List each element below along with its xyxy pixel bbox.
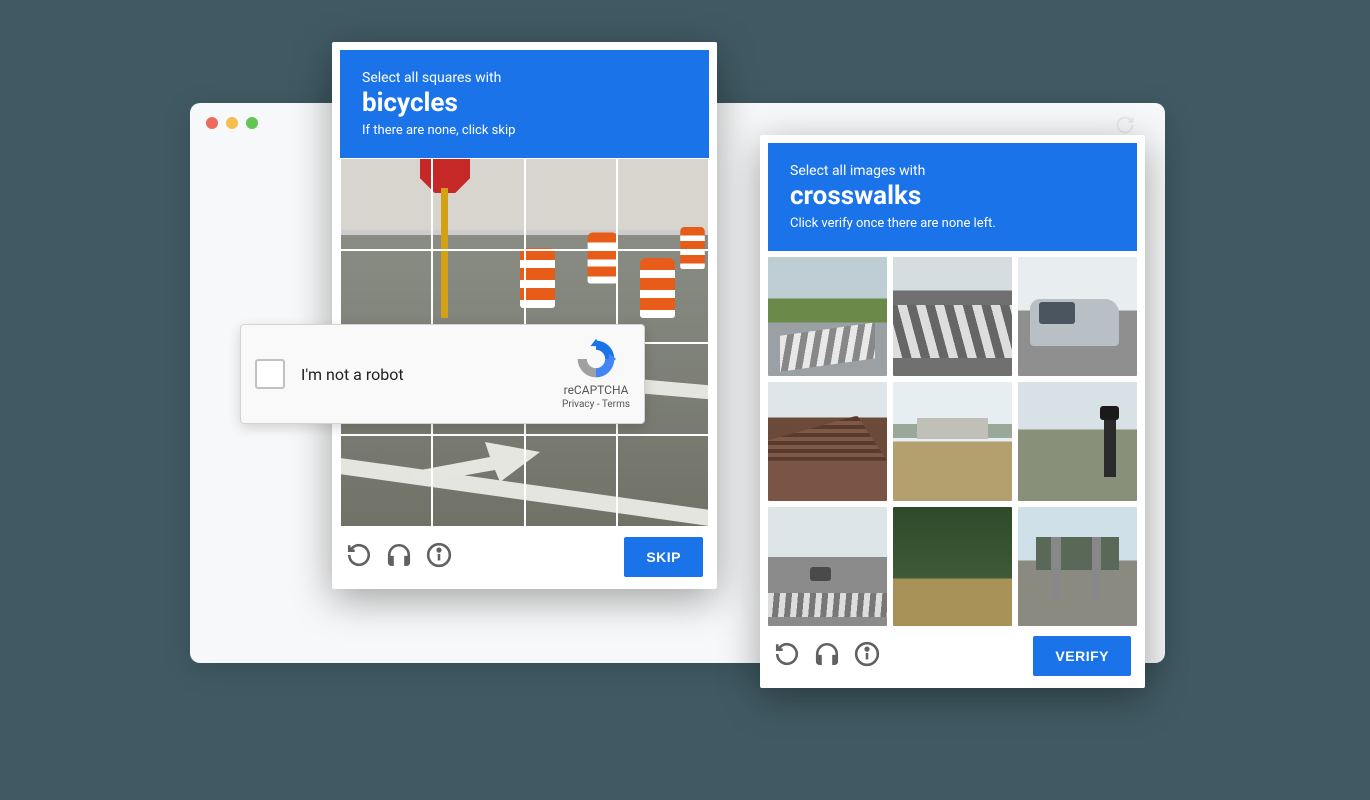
- window-close-icon[interactable]: [206, 117, 218, 129]
- captcha-tile[interactable]: [768, 382, 887, 501]
- captcha-tile[interactable]: [893, 257, 1012, 376]
- reload-icon[interactable]: [346, 542, 372, 572]
- captcha-tile[interactable]: [1018, 257, 1137, 376]
- captcha-tile[interactable]: [432, 158, 524, 250]
- window-minimize-icon[interactable]: [226, 117, 238, 129]
- captcha-prompt-line3: Click verify once there are none left.: [790, 216, 1115, 231]
- headphones-icon[interactable]: [386, 542, 412, 572]
- skip-button[interactable]: SKIP: [624, 537, 703, 577]
- recaptcha-legal: Privacy - Terms: [562, 398, 630, 411]
- captcha-header: Select all squares with bicycles If ther…: [340, 50, 709, 158]
- captcha-prompt-line1: Select all squares with: [362, 70, 687, 86]
- captcha-tile[interactable]: [893, 507, 1012, 626]
- captcha-challenge-bicycles: Select all squares with bicycles If ther…: [332, 42, 717, 589]
- captcha-grid: [768, 251, 1137, 626]
- headphones-icon[interactable]: [814, 641, 840, 671]
- captcha-tile[interactable]: [768, 507, 887, 626]
- recaptcha-terms-link[interactable]: Terms: [602, 399, 630, 410]
- captcha-tile[interactable]: [525, 435, 617, 527]
- recaptcha-privacy-link[interactable]: Privacy: [562, 399, 594, 410]
- captcha-subject: crosswalks: [790, 181, 1115, 212]
- captcha-prompt-line1: Select all images with: [790, 163, 1115, 179]
- recaptcha-label: I'm not a robot: [301, 365, 562, 384]
- separator: -: [594, 399, 602, 410]
- captcha-subject: bicycles: [362, 88, 687, 119]
- recaptcha-brand: reCAPTCHA: [562, 383, 630, 399]
- captcha-tile[interactable]: [893, 382, 1012, 501]
- recaptcha-badge: reCAPTCHA Privacy - Terms: [562, 337, 630, 412]
- captcha-tile[interactable]: [340, 158, 432, 250]
- window-maximize-icon[interactable]: [246, 117, 258, 129]
- captcha-tile[interactable]: [617, 435, 709, 527]
- captcha-tile[interactable]: [1018, 382, 1137, 501]
- info-icon[interactable]: [426, 542, 452, 572]
- captcha-tile[interactable]: [617, 158, 709, 250]
- captcha-challenge-crosswalks: Select all images with crosswalks Click …: [760, 135, 1145, 688]
- captcha-tile[interactable]: [432, 435, 524, 527]
- captcha-tile[interactable]: [1018, 507, 1137, 626]
- recaptcha-checkbox[interactable]: [255, 359, 285, 389]
- captcha-tile[interactable]: [525, 158, 617, 250]
- captcha-prompt-line3: If there are none, click skip: [362, 123, 687, 138]
- captcha-footer: VERIFY: [768, 626, 1137, 680]
- recaptcha-logo-icon: [574, 337, 618, 381]
- info-icon[interactable]: [854, 641, 880, 671]
- reload-icon[interactable]: [774, 641, 800, 671]
- captcha-tile[interactable]: [340, 435, 432, 527]
- captcha-tile[interactable]: [768, 257, 887, 376]
- captcha-header: Select all images with crosswalks Click …: [768, 143, 1137, 251]
- verify-button[interactable]: VERIFY: [1033, 636, 1131, 676]
- captcha-footer: SKIP: [340, 527, 709, 581]
- recaptcha-widget: I'm not a robot reCAPTCHA Privacy - Term…: [240, 324, 645, 424]
